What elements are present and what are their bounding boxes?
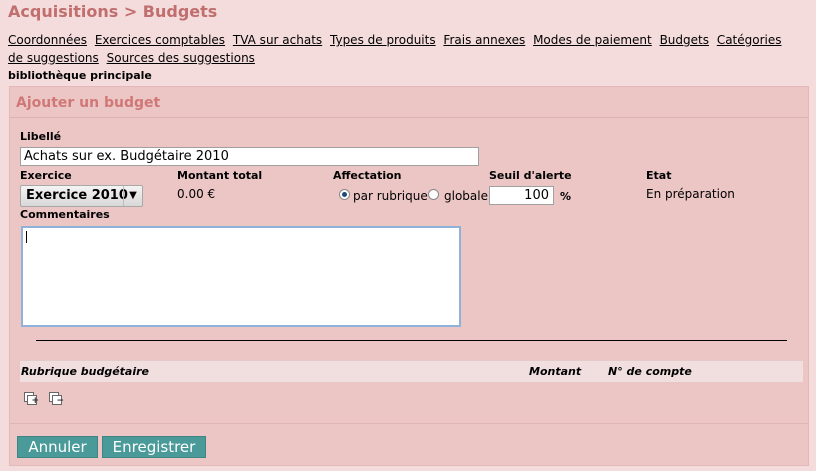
col-montant: Montant [529, 365, 582, 378]
text-caret [26, 231, 27, 243]
save-button[interactable]: Enregistrer [102, 436, 206, 458]
libelle-input[interactable] [20, 147, 479, 166]
config-nav: Coordonnées Exercices comptables TVA sur… [8, 31, 798, 67]
radio-par-rubrique[interactable] [339, 189, 350, 200]
affectation-label: Affectation [333, 169, 402, 182]
divider [36, 340, 787, 341]
exercice-label: Exercice [20, 169, 72, 182]
libelle-label: Libellé [20, 130, 62, 143]
rubriques-table-header: Rubrique budgétaire Montant N° de compte [20, 360, 803, 382]
montant-value: 0.00 € [177, 187, 216, 201]
form-heading: Ajouter un budget [16, 95, 161, 111]
col-rubrique: Rubrique budgétaire [21, 365, 150, 378]
exercice-selected-value: Exercice 2010 [26, 188, 128, 203]
nav-sources-des-suggestions[interactable]: Sources des suggestions [107, 51, 255, 65]
page-title: Acquisitions > Budgets [8, 2, 218, 21]
nav-modes-de-paiement[interactable]: Modes de paiement [533, 33, 652, 47]
nav-budgets[interactable]: Budgets [660, 33, 709, 47]
chevron-down-icon: ▼ [123, 186, 142, 206]
montant-label: Montant total [177, 169, 263, 182]
nav-frais-annexes[interactable]: Frais annexes [443, 33, 525, 47]
footer-divider [10, 423, 808, 424]
add-rubrique-icon[interactable]: + [24, 392, 39, 406]
section-label: bibliothèque principale [8, 69, 152, 82]
seuil-label: Seuil d'alerte [489, 169, 572, 182]
budget-form-panel: Ajouter un budget Libellé Exercice Monta… [9, 86, 809, 466]
nav-exercices-comptables[interactable]: Exercices comptables [95, 33, 225, 47]
cancel-button[interactable]: Annuler [17, 436, 98, 458]
seuil-input[interactable] [489, 186, 554, 205]
commentaires-label: Commentaires [20, 208, 110, 221]
panel-header: Ajouter un budget [10, 87, 808, 118]
nav-coordonnees[interactable]: Coordonnées [8, 33, 87, 47]
exercice-select[interactable]: Exercice 2010 ▼ [20, 185, 143, 207]
nav-types-de-produits[interactable]: Types de produits [330, 33, 436, 47]
radio-globale[interactable] [428, 189, 439, 200]
etat-label: Etat [646, 169, 672, 182]
seuil-unit: % [560, 190, 572, 203]
nav-tva-sur-achats[interactable]: TVA sur achats [233, 33, 322, 47]
remove-rubrique-icon[interactable]: − [49, 392, 64, 406]
commentaires-textarea[interactable] [21, 226, 461, 327]
radio-globale-label: globale [444, 189, 488, 203]
radio-par-rubrique-label: par rubrique [353, 189, 428, 203]
col-numero-compte: N° de compte [608, 365, 692, 378]
etat-value: En préparation [646, 187, 735, 201]
